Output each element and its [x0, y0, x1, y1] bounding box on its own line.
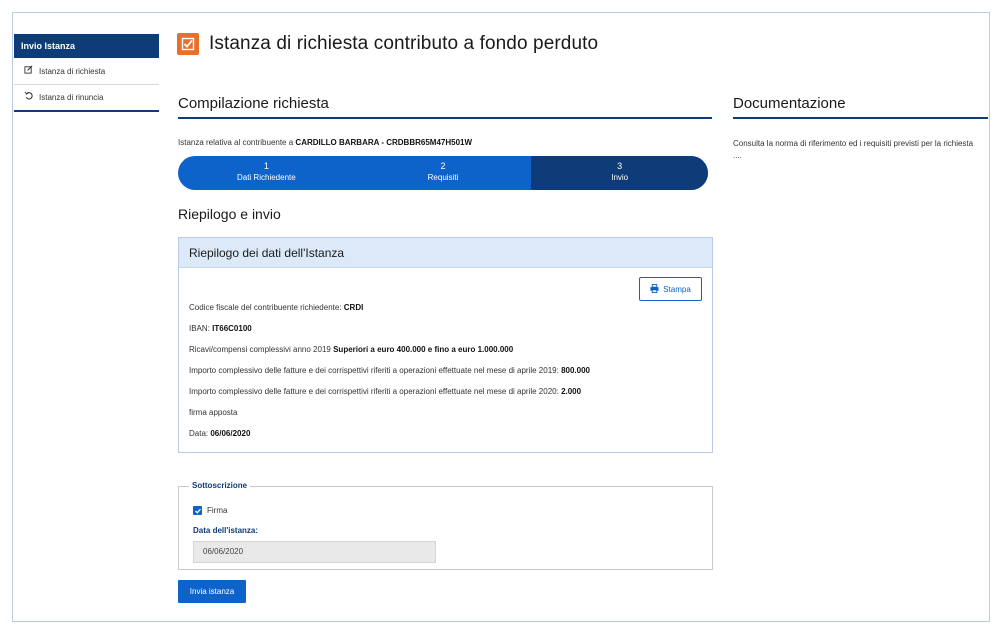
- summary-card-title: Riepilogo dei dati dell'Istanza: [179, 238, 712, 268]
- line-label: Ricavi/compensi complessivi anno 2019: [189, 345, 331, 354]
- sidebar-item-label: Istanza di rinuncia: [39, 93, 104, 102]
- line-label: Codice fiscale del contribuente richiede…: [189, 303, 342, 312]
- summary-line-data: Data: 06/06/2020: [189, 428, 702, 449]
- section-title-documentazione: Documentazione: [733, 95, 988, 119]
- summary-line-iban: IBAN: IT66C0100: [189, 323, 702, 344]
- summary-line-importo-2019: Importo complessivo delle fatture e dei …: [189, 365, 702, 386]
- summary-card: Riepilogo dei dati dell'Istanza Stampa C…: [178, 237, 713, 453]
- checkmark-icon: [177, 33, 199, 55]
- checkbox-checked-icon[interactable]: [193, 506, 202, 515]
- subject-prefix: Istanza relativa al contribuente a: [178, 138, 294, 147]
- subject-line: Istanza relativa al contribuente a CARDI…: [178, 138, 472, 147]
- progress-stepper: 1 Dati Richiedente 2 Requisiti 3 Invio: [178, 156, 708, 190]
- line-label: Importo complessivo delle fatture e dei …: [189, 366, 559, 375]
- step-label: Invio: [611, 173, 629, 182]
- sidebar-item-label: Istanza di richiesta: [39, 66, 106, 76]
- section-title-compilazione: Compilazione richiesta: [178, 95, 712, 119]
- subject-name: CARDILLO BARBARA - CRDBBR65M47H501W: [295, 138, 473, 147]
- line-value: 06/06/2020: [210, 429, 251, 438]
- line-label: firma apposta: [189, 408, 238, 417]
- summary-line-codice-fiscale: Codice fiscale del contribuente richiede…: [189, 302, 702, 323]
- page-header: Istanza di richiesta contributo a fondo …: [177, 33, 598, 55]
- sidebar-item-istanza-richiesta[interactable]: Istanza di richiesta: [14, 58, 159, 85]
- line-label: Data:: [189, 429, 209, 438]
- line-value: 2.000: [561, 387, 582, 396]
- step-number: 2: [440, 161, 446, 171]
- sidebar-header: Invio Istanza: [14, 34, 159, 58]
- line-label: Importo complessivo delle fatture e dei …: [189, 387, 559, 396]
- line-value: Superiori a euro 400.000 e fino a euro 1…: [333, 345, 514, 354]
- step-label: Requisiti: [427, 173, 459, 182]
- subscription-legend: Sottoscrizione: [189, 481, 251, 490]
- edit-icon: [24, 58, 33, 85]
- print-button[interactable]: Stampa: [639, 277, 702, 301]
- documentation-text: Consulta la norma di riferimento ed i re…: [733, 139, 974, 160]
- printer-icon: [650, 283, 659, 295]
- line-value: 800.000: [561, 366, 590, 375]
- summary-lines: Codice fiscale del contribuente richiede…: [189, 302, 702, 449]
- line-value: CRDI: [343, 303, 364, 312]
- line-label: IBAN:: [189, 324, 210, 333]
- sidebar-item-istanza-rinuncia[interactable]: Istanza di rinuncia: [14, 85, 159, 112]
- send-istanza-button[interactable]: Invia istanza: [178, 580, 246, 603]
- date-field: 06/06/2020: [193, 541, 436, 563]
- step-dati-richiedente[interactable]: 1 Dati Richiedente: [178, 156, 355, 190]
- print-button-label: Stampa: [663, 284, 691, 294]
- page-title: Istanza di richiesta contributo a fondo …: [209, 33, 599, 54]
- recap-title: Riepilogo e invio: [178, 206, 281, 222]
- undo-icon: [24, 84, 33, 111]
- subscription-fieldset: Sottoscrizione Firma Data dell'istanza: …: [178, 481, 713, 570]
- line-value: IT66C0100: [212, 324, 252, 333]
- step-requisiti[interactable]: 2 Requisiti: [355, 156, 532, 190]
- sidebar: Invio Istanza Istanza di richiesta Istan…: [14, 34, 159, 112]
- step-number: 3: [617, 161, 623, 171]
- summary-line-importo-2020: Importo complessivo delle fatture e dei …: [189, 386, 702, 407]
- step-invio[interactable]: 3 Invio: [531, 156, 708, 190]
- summary-line-firma: firma apposta: [189, 407, 702, 428]
- signature-checkbox-label: Firma: [207, 506, 228, 515]
- summary-line-ricavi: Ricavi/compensi complessivi anno 2019 Su…: [189, 344, 702, 365]
- signature-checkbox[interactable]: Firma: [193, 506, 227, 515]
- date-label: Data dell'istanza:: [193, 526, 259, 535]
- step-label: Dati Richiedente: [236, 173, 296, 182]
- step-number: 1: [263, 161, 269, 171]
